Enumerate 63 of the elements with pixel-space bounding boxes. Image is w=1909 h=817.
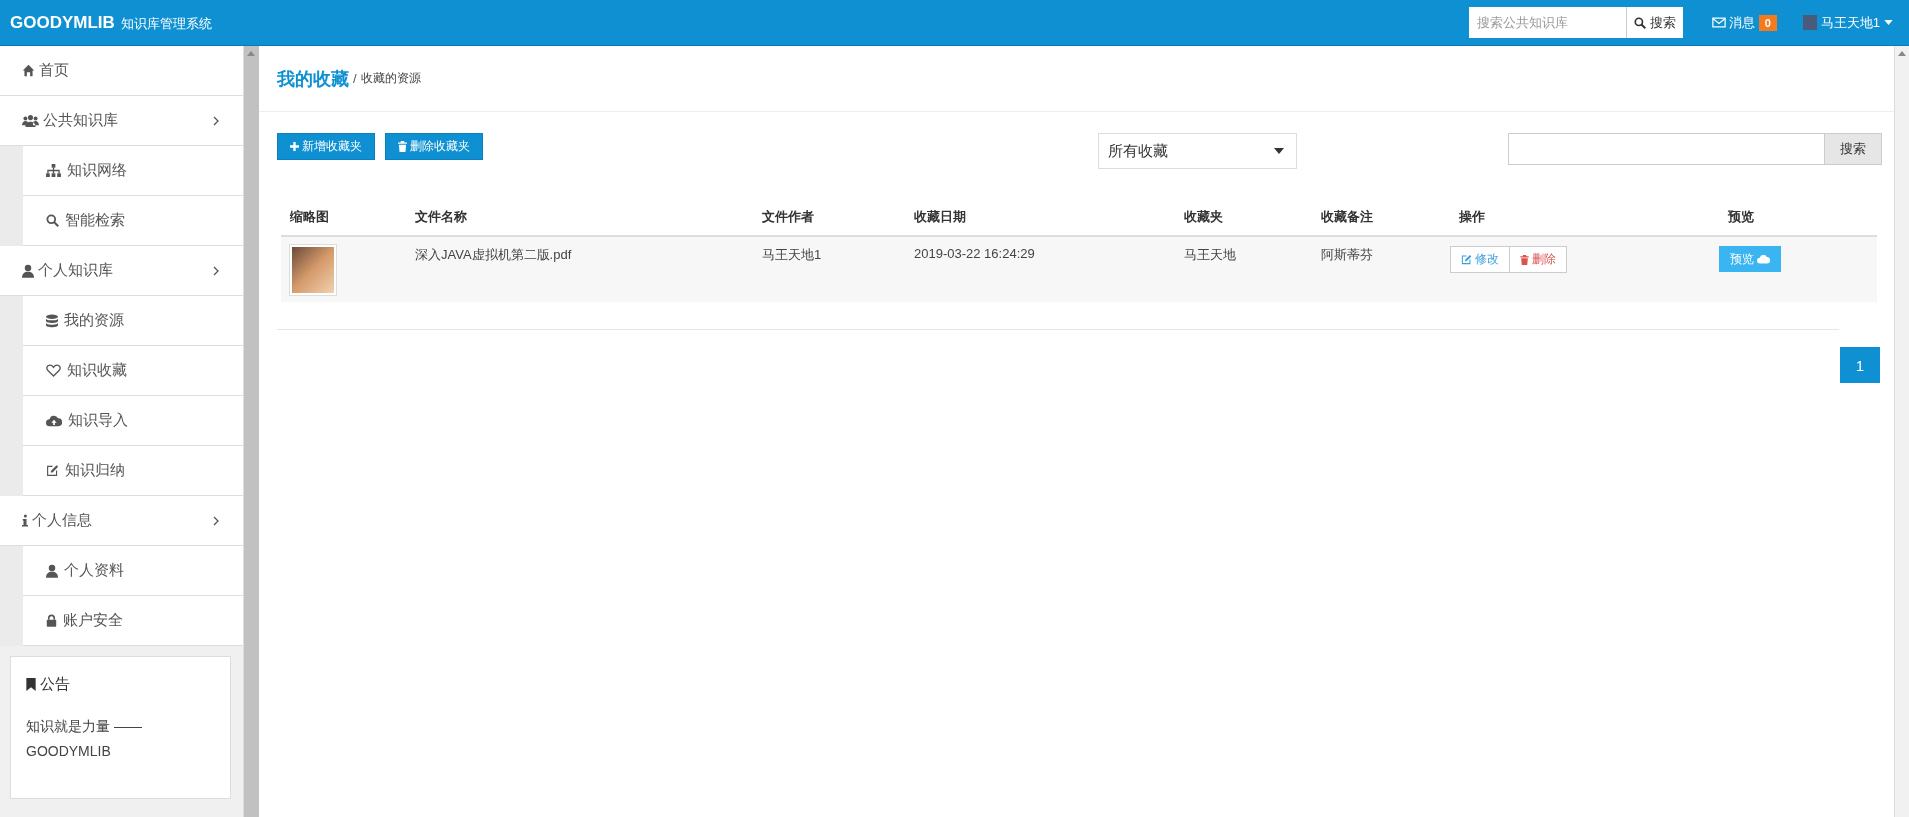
dropdown-caret-icon — [1274, 148, 1284, 154]
trash-icon — [398, 141, 407, 152]
search-icon — [46, 214, 59, 227]
notice-title: 公告 — [40, 675, 70, 694]
breadcrumb-separator: / — [353, 71, 357, 86]
heart-icon — [46, 364, 61, 377]
cloud-upload-icon — [46, 414, 62, 427]
home-icon — [22, 64, 35, 77]
users-icon — [22, 113, 39, 128]
chevron-right-icon — [213, 515, 219, 526]
envelope-icon — [1711, 17, 1726, 28]
add-folder-button[interactable]: 新增收藏夹 — [277, 133, 375, 160]
table-cell: 马王天地1 — [753, 236, 905, 302]
notice-text: 知识就是力量 —— GOODYMLIB — [26, 717, 143, 761]
page-title: 我的收藏 — [277, 67, 349, 91]
hierarchy-icon — [46, 164, 61, 177]
sidebar-subitem[interactable]: 知识归纳 — [23, 446, 243, 496]
sidebar-subitem[interactable]: 知识导入 — [23, 396, 243, 446]
chevron-right-icon — [213, 265, 219, 276]
lock-icon — [46, 614, 57, 627]
photo-placeholder — [290, 245, 336, 295]
sidebar-subitem[interactable]: 账户安全 — [23, 596, 243, 646]
delete-button[interactable]: 删除 — [1510, 246, 1567, 273]
app-subtitle: 知识库管理系统 — [120, 14, 212, 33]
edit-icon — [46, 464, 59, 477]
sidebar-subitem[interactable]: 知识收藏 — [23, 346, 243, 396]
breadcrumb-item: 收藏的资源 — [360, 70, 421, 87]
folder-select[interactable]: 所有收藏 — [1098, 133, 1297, 169]
page-link[interactable]: 1 — [1840, 347, 1880, 383]
app-logo-text: GOODYMLIB — [10, 12, 115, 33]
user-icon — [22, 263, 34, 278]
scroll-up-icon — [1898, 51, 1906, 56]
user-menu[interactable]: 马王天地1 — [1802, 13, 1893, 32]
chevron-right-icon — [213, 115, 219, 126]
scroll-up-icon — [247, 51, 255, 56]
delete-folder-button[interactable]: 删除收藏夹 — [385, 133, 483, 160]
sidebar-subitem[interactable]: 智能检索 — [23, 196, 243, 246]
user-icon — [46, 563, 58, 578]
table-cell: 2019-03-22 16:24:29 — [905, 236, 1175, 302]
cloud-icon — [1757, 254, 1770, 264]
plus-icon — [290, 142, 299, 151]
search-icon — [1633, 16, 1646, 29]
messages-link[interactable]: 消息 — [1711, 13, 1755, 32]
avatar-icon — [1802, 15, 1817, 30]
scrollbar[interactable] — [243, 46, 259, 817]
edit-icon — [1461, 254, 1472, 265]
table-cell: 深入JAVA虚拟机第二版.pdf — [406, 236, 753, 302]
table-cell: 马王天地 — [1175, 236, 1312, 302]
sidebar-subitem[interactable]: 我的资源 — [23, 296, 243, 346]
caret-icon — [1884, 20, 1893, 25]
sidebar-subitem[interactable]: 知识网络 — [23, 146, 243, 196]
sidebar-subitem[interactable]: 个人资料 — [23, 546, 243, 596]
search-field[interactable]: 搜索公共知识库 — [1468, 7, 1626, 38]
database-icon — [46, 313, 58, 328]
message-count-badge: 0 — [1758, 14, 1777, 31]
trash-icon — [1520, 254, 1529, 265]
table-cell: 阿斯蒂芬 — [1312, 236, 1450, 302]
bookmark-icon — [26, 678, 36, 691]
info-icon — [22, 514, 28, 527]
search-field[interactable] — [1508, 133, 1825, 165]
search-button[interactable]: 搜索 — [1825, 133, 1882, 165]
scrollbar[interactable] — [1894, 46, 1909, 817]
search-button[interactable]: 搜索 — [1625, 7, 1683, 38]
